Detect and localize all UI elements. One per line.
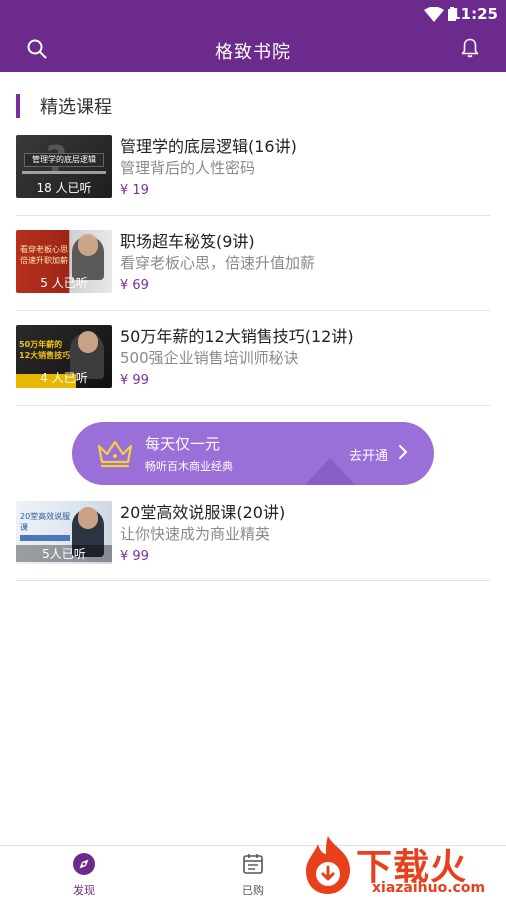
calendar-icon (243, 854, 263, 874)
course-item[interactable]: 20堂高效说服课 5人已听 20堂高效说服课(20讲) 让你快速成为商业精英 ¥… (16, 501, 506, 597)
course-price: ¥ 99 (120, 373, 149, 388)
listener-count: 18 人已听 (36, 181, 92, 195)
course-price: ¥ 69 (120, 278, 149, 293)
compass-icon (73, 853, 95, 875)
listener-count: 5 人已听 (40, 276, 88, 290)
watermark-logo: 下载火 xiazaihuo.com (298, 832, 506, 900)
course-item[interactable]: 50万年薪的12大销售技巧 4 人已听 50万年薪的12大销售技巧(12讲) 5… (16, 325, 506, 421)
section-heading: 精选课程 (16, 94, 112, 118)
course-item[interactable]: 看穿老板心思 倍速升职加薪 5 人已听 职场超车秘笈(9讲) 看穿老板心思，倍速… (16, 230, 506, 326)
thumbnail-caption: 50万年薪的12大销售技巧 (19, 340, 71, 360)
thumbnail-caption: 20堂高效说服课 (20, 512, 71, 532)
course-price: ¥ 99 (120, 549, 149, 564)
course-title: 50万年薪的12大销售技巧(12讲) (120, 327, 354, 346)
course-thumbnail: 20堂高效说服课 5人已听 (16, 501, 112, 564)
status-bar: 11:25 (0, 0, 506, 28)
divider (16, 215, 490, 216)
tab-label: 发现 (73, 884, 95, 897)
section-title: 精选课程 (40, 97, 112, 118)
course-thumbnail: 50万年薪的12大销售技巧 4 人已听 (16, 325, 112, 388)
app-bar: 格致书院 (0, 28, 506, 72)
chevron-right-icon (399, 445, 407, 459)
listener-count: 4 人已听 (40, 371, 88, 385)
banner-title: 每天仅一元 (145, 435, 221, 453)
divider (16, 310, 490, 311)
wifi-icon (424, 7, 444, 22)
section-marker (16, 94, 20, 118)
flame-icon (306, 836, 350, 894)
course-title: 管理学的底层逻辑(16讲) (120, 137, 297, 156)
bell-icon[interactable] (461, 38, 479, 58)
thumbnail-caption: 看穿老板心思 倍速升职加薪 (20, 245, 68, 265)
course-subtitle: 500强企业销售培训师秘诀 (120, 349, 299, 367)
course-thumbnail: ? 管理学的底层逻辑 —— 人性管理 18 人已听 (16, 135, 112, 198)
listener-count: 5人已听 (16, 545, 112, 562)
activate-link[interactable]: 去开通 (349, 445, 388, 464)
tab-discover[interactable]: 发现 (44, 852, 124, 898)
page-title: 格致书院 (215, 42, 291, 63)
course-subtitle: 管理背后的人性密码 (120, 159, 256, 177)
banner-subtitle: 畅听百木商业经典 (145, 460, 233, 473)
course-title: 20堂高效说服课(20讲) (120, 503, 286, 522)
course-title: 职场超车秘笈(9讲) (120, 232, 255, 251)
course-subtitle: 看穿老板心思，倍速升值加薪 (120, 254, 316, 272)
course-thumbnail: 看穿老板心思 倍速升职加薪 5 人已听 (16, 230, 112, 293)
status-time: 11:25 (450, 5, 498, 23)
course-price: ¥ 19 (120, 183, 149, 198)
divider (16, 405, 490, 406)
watermark-url: xiazaihuo.com (372, 880, 486, 896)
tab-label: 已购 (242, 884, 264, 897)
membership-banner[interactable]: 每天仅一元 畅听百木商业经典 去开通 (72, 422, 434, 485)
course-subtitle: 让你快速成为商业精英 (120, 525, 271, 543)
thumbnail-caption: 管理学的底层逻辑 —— 人性管理 (24, 153, 104, 167)
course-item[interactable]: ? 管理学的底层逻辑 —— 人性管理 18 人已听 管理学的底层逻辑(16讲) … (16, 135, 506, 231)
divider (16, 580, 490, 581)
crown-icon (97, 440, 133, 468)
tab-purchased[interactable]: 已购 (213, 852, 293, 898)
